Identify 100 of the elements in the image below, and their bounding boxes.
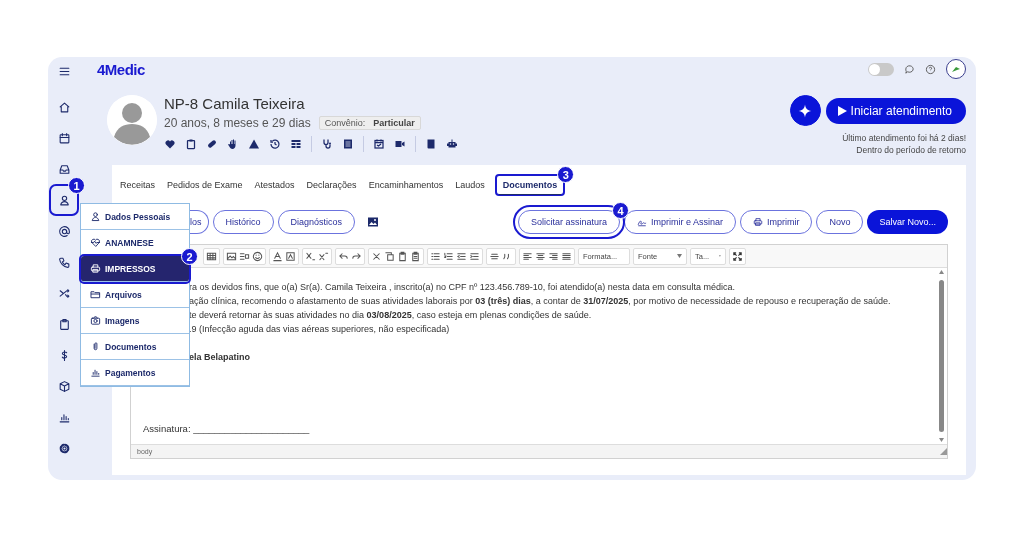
bulleted-list-icon[interactable] [430, 250, 441, 262]
tab[interactable]: Encaminhamentos [366, 177, 446, 193]
bar-chart-icon [90, 367, 101, 378]
tab[interactable]: Declarações [304, 177, 359, 193]
outline-button[interactable]: Histórico [212, 210, 274, 234]
justify-icon[interactable] [561, 250, 572, 262]
paste-icon[interactable] [397, 250, 408, 262]
phone-icon [57, 256, 71, 269]
table-icon[interactable] [290, 138, 302, 150]
undo-icon[interactable] [338, 250, 349, 262]
tab[interactable]: Laudos [453, 177, 487, 193]
scissors-icon[interactable] [371, 250, 382, 262]
stethoscope-icon[interactable] [321, 138, 333, 150]
menu-item[interactable]: Pagamentos [81, 360, 189, 386]
caret-icon [719, 254, 721, 258]
scrollbar[interactable] [936, 268, 947, 444]
at-sign-icon [57, 225, 71, 238]
document-text: ra os devidos fins, que o(a) Sr(a). Camila Teixeira , inscrito(a) no CPF nº 123.456.789-10, foi atendido(a) nesta data em consulta médica. [189, 281, 736, 294]
patient-age: 20 anos, 8 meses e 29 dias [164, 116, 311, 130]
document-text: ela Belapatino [189, 351, 252, 364]
book-icon[interactable] [425, 138, 437, 150]
step-number: 3 [557, 166, 575, 183]
align-center-icon[interactable] [535, 250, 546, 262]
status-note: Dentro do período de retorno [856, 144, 966, 156]
save-button[interactable]: Salvar Novo... [867, 210, 948, 234]
clipboard-icon[interactable] [185, 138, 197, 150]
help-icon[interactable] [925, 63, 936, 75]
patient-name: NP-8 Camila Teixeira [164, 95, 306, 113]
outline-button[interactable]: Diagnósticos [277, 210, 356, 234]
person-icon [90, 211, 101, 222]
table-icon[interactable] [206, 250, 217, 262]
step-number: 1 [68, 177, 85, 194]
heart-icon[interactable] [164, 138, 176, 150]
scroll-down-icon[interactable] [939, 438, 944, 442]
tab[interactable]: Receitas [118, 177, 157, 193]
resize-handle-icon[interactable] [940, 448, 947, 455]
warning-icon[interactable] [248, 138, 260, 150]
numbered-list-icon[interactable] [443, 250, 454, 262]
calendar-icon [57, 132, 71, 145]
image-icon[interactable] [367, 216, 380, 228]
menu-item[interactable]: Imagens [81, 308, 189, 334]
redo-icon[interactable] [351, 250, 362, 262]
action-button[interactable]: Imprimir e Assinar [623, 210, 736, 234]
image-icon[interactable] [226, 250, 237, 262]
list-icon[interactable] [342, 138, 354, 150]
printer-icon [90, 263, 101, 274]
smiley-icon[interactable] [252, 250, 263, 262]
outdent-icon[interactable] [456, 250, 467, 262]
printer-icon [752, 217, 763, 227]
home-icon [57, 101, 71, 114]
logo: 4Medic [97, 60, 145, 78]
toggle-switch[interactable] [868, 62, 894, 76]
heartbeat-icon [90, 237, 101, 248]
inbox-icon [57, 163, 71, 176]
indent-icon[interactable] [469, 250, 480, 262]
bar-chart-icon [57, 411, 71, 424]
document-text: .9 (Infecção aguda das vias aéreas superiores, não especificada) [189, 323, 451, 336]
align-right-icon[interactable] [548, 250, 559, 262]
menu-item[interactable]: Documentos [81, 334, 189, 360]
text-color-icon[interactable] [272, 250, 283, 262]
insert-row-icon[interactable] [239, 250, 250, 262]
calendar-check-icon[interactable] [373, 138, 385, 150]
settings-icon [57, 442, 71, 455]
signature-line: Assinatura: ______________________ [143, 422, 311, 436]
document-text: ação clínica, recomendo o afastamento de suas atividades laborais por 03 (três) dias, a contar de 31/07/2025, por motivo de necessidade de repouso e recuperação de saúde. [189, 295, 892, 308]
insurance-tag: Convênio: Particular [318, 116, 421, 130]
start-button[interactable]: Iniciar atendimento [825, 97, 966, 124]
tab[interactable]: Atestados [252, 177, 297, 193]
menu-item[interactable]: Dados Pessoais [81, 204, 189, 230]
subscript-icon[interactable] [305, 250, 316, 262]
camera-icon [90, 315, 101, 326]
superscript-icon[interactable] [318, 250, 329, 262]
history-icon[interactable] [269, 138, 281, 150]
status-note: Último atendimento foi há 2 dias! [842, 132, 966, 144]
folder-icon [90, 289, 101, 300]
align-left-icon[interactable] [522, 250, 533, 262]
paperclip-icon [90, 341, 101, 352]
robot-icon[interactable] [446, 138, 458, 150]
caret-icon [677, 254, 682, 258]
signature-icon [636, 217, 647, 227]
user-avatar[interactable] [946, 59, 966, 79]
copy-icon[interactable] [384, 250, 395, 262]
chat-icon[interactable] [904, 63, 915, 75]
person-icon [57, 193, 71, 207]
video-camera-icon[interactable] [394, 138, 406, 150]
paste-text-icon[interactable] [410, 250, 421, 262]
play-icon [837, 105, 847, 116]
maximize-icon[interactable] [732, 250, 743, 262]
outline-button[interactable]: los [189, 210, 209, 234]
action-button[interactable]: Imprimir [739, 210, 813, 234]
cube-icon [57, 380, 71, 393]
tab[interactable]: Pedidos de Exame [165, 177, 245, 193]
shuffle-icon [57, 287, 71, 300]
highlight-icon[interactable] [285, 250, 296, 262]
hand-icon[interactable] [227, 138, 239, 150]
action-button[interactable]: Novo [816, 210, 864, 234]
menu-item[interactable]: Arquivos [81, 282, 189, 308]
clipboard-icon [57, 318, 71, 331]
scroll-up-icon[interactable] [939, 270, 944, 274]
sparkle-button[interactable] [789, 95, 821, 126]
